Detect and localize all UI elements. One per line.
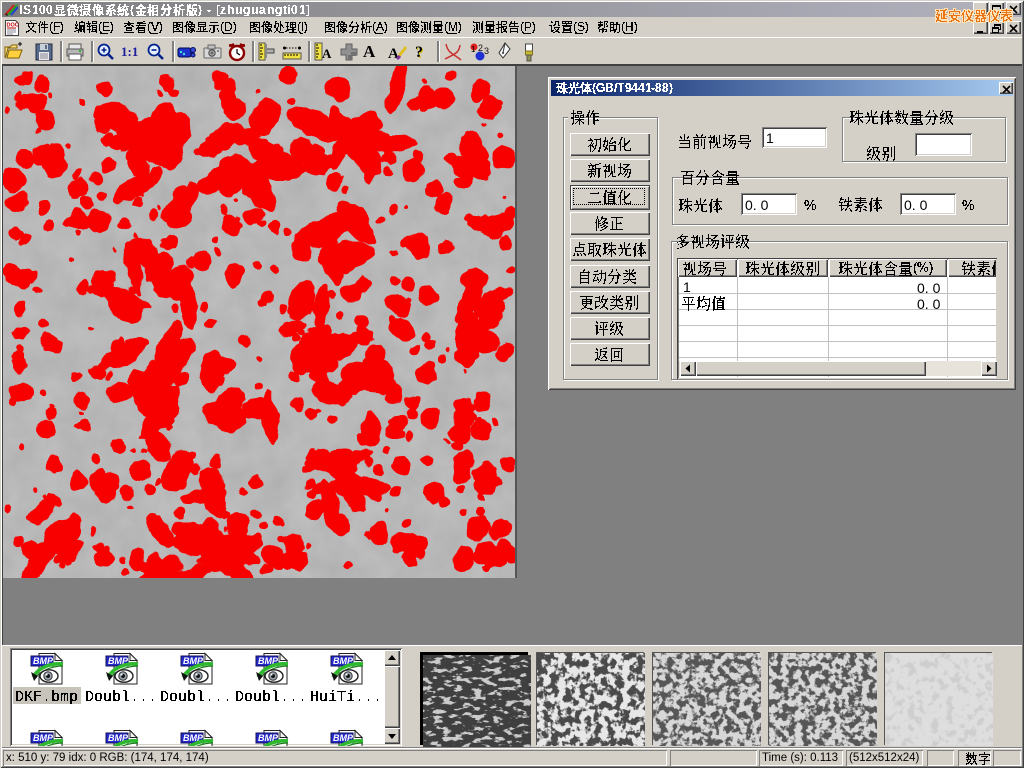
svg-text:A: A (388, 46, 399, 62)
svg-text:?: ? (415, 44, 423, 61)
svg-text:A: A (322, 46, 332, 61)
svg-text:1: 1 (471, 45, 476, 54)
svg-text:2: 2 (478, 43, 483, 53)
svg-text:3: 3 (484, 46, 489, 56)
